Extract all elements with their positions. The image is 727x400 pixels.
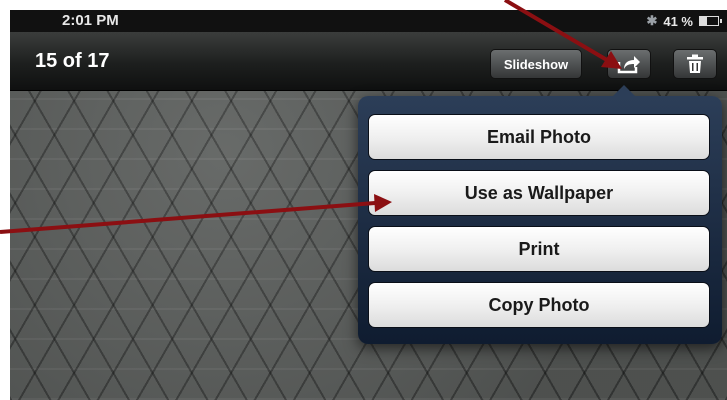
share-button[interactable] bbox=[607, 49, 651, 79]
delete-button[interactable] bbox=[673, 49, 717, 79]
bluetooth-icon: ✱ bbox=[646, 13, 658, 28]
battery-percent: 41 % bbox=[663, 13, 693, 29]
print-button[interactable]: Print bbox=[368, 226, 710, 272]
email-photo-button[interactable]: Email Photo bbox=[368, 114, 710, 160]
screenshot-frame: 2:01 PM ✱ 41 % 15 of 17 Slideshow Email … bbox=[10, 10, 727, 400]
share-popover: Email Photo Use as Wallpaper Print Copy … bbox=[358, 85, 722, 344]
photo-toolbar: 15 of 17 Slideshow bbox=[10, 32, 727, 91]
use-as-wallpaper-button[interactable]: Use as Wallpaper bbox=[368, 170, 710, 216]
battery-fill bbox=[700, 17, 708, 25]
battery-icon bbox=[699, 16, 722, 26]
status-time: 2:01 PM bbox=[62, 12, 119, 29]
copy-photo-button[interactable]: Copy Photo bbox=[368, 282, 710, 328]
status-bar: 2:01 PM ✱ 41 % bbox=[10, 10, 727, 32]
status-right: ✱ 41 % bbox=[646, 13, 722, 29]
slideshow-button[interactable]: Slideshow bbox=[490, 49, 582, 79]
popover-arrow bbox=[612, 85, 636, 97]
trash-icon bbox=[687, 54, 703, 73]
photo-counter: 15 of 17 bbox=[35, 50, 110, 72]
share-icon bbox=[617, 56, 640, 74]
